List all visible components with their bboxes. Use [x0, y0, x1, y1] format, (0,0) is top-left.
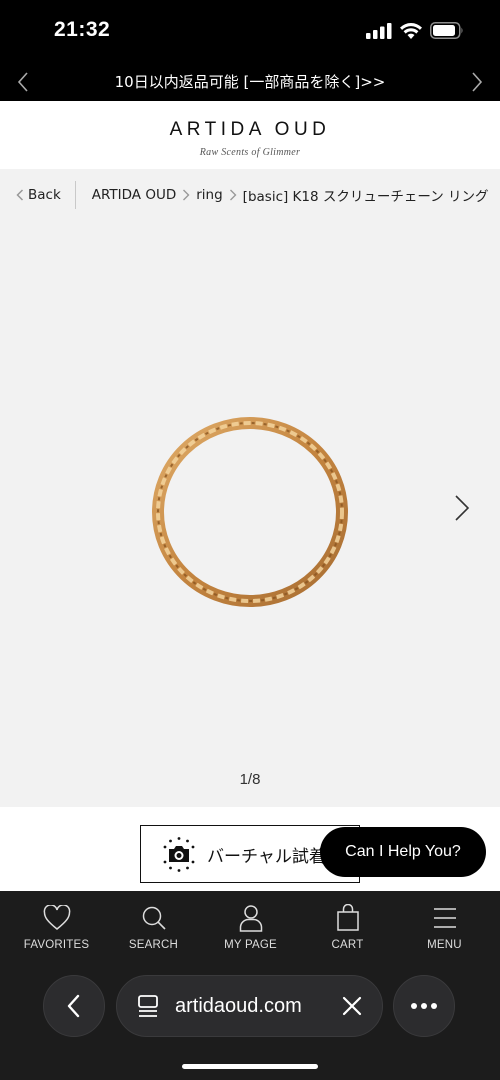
breadcrumb-item-product: [basic] K18 スクリューチェーン リング: [242, 189, 489, 205]
gallery-next-icon[interactable]: [452, 493, 472, 523]
tab-search[interactable]: SEARCH: [105, 891, 202, 961]
chevron-left-icon: [16, 189, 24, 201]
status-time: 21:32: [54, 18, 111, 41]
tab-favorites[interactable]: FAVORITES: [8, 891, 105, 961]
browser-toolbar: artidaoud.com: [0, 961, 500, 1080]
tab-my-page[interactable]: MY PAGE: [202, 891, 299, 961]
more-icon: [411, 1003, 437, 1009]
product-image[interactable]: [140, 409, 360, 619]
tab-label: SEARCH: [128, 939, 179, 951]
search-icon: [142, 906, 166, 930]
tab-label: MY PAGE: [224, 939, 277, 951]
chevron-left-icon: [67, 994, 80, 1018]
promo-text[interactable]: 10日以内返品可能 [一部商品を除く]>>: [0, 71, 500, 92]
chevron-right-icon: [229, 189, 237, 201]
camera-icon: [163, 837, 195, 872]
tab-label: FAVORITES: [23, 939, 90, 951]
breadcrumb: Back ARTIDA OUD ring [basic] K18 スクリューチェ…: [0, 181, 500, 209]
back-label[interactable]: Back: [28, 187, 61, 203]
product-actions: バーチャル試着 Can I Help You?: [0, 807, 500, 891]
chevron-right-icon: [183, 189, 190, 201]
heart-icon: [43, 905, 70, 930]
brand-tagline: Raw Scents of Glimmer: [199, 147, 301, 158]
user-icon: [239, 905, 262, 932]
tab-label: MENU: [427, 939, 462, 951]
wifi-icon: [400, 22, 422, 39]
site-header: ARTIDA OUD Raw Scents of Glimmer: [0, 101, 500, 169]
bag-icon: [336, 904, 359, 931]
page-menu-icon[interactable]: [137, 994, 159, 1018]
bottom-tab-bar: FAVORITES SEARCH MY PAGE CART MENU: [0, 891, 500, 961]
breadcrumb-item-category[interactable]: ring: [196, 187, 222, 203]
status-icons: [366, 22, 464, 39]
browser-back-button[interactable]: [43, 975, 105, 1037]
promo-banner[interactable]: 10日以内返品可能 [一部商品を除く]>>: [0, 64, 500, 101]
tab-menu[interactable]: MENU: [396, 891, 493, 961]
promo-next-icon[interactable]: [468, 70, 486, 94]
browser-more-button[interactable]: [393, 975, 455, 1037]
battery-icon: [430, 22, 463, 39]
signal-icon: [366, 22, 392, 39]
home-indicator: [182, 1064, 318, 1069]
close-icon[interactable]: [342, 996, 362, 1016]
back-link[interactable]: Back: [0, 181, 76, 209]
url-text[interactable]: artidaoud.com: [175, 995, 302, 1018]
menu-icon: [433, 908, 456, 928]
tab-label: CART: [331, 939, 364, 951]
address-bar[interactable]: artidaoud.com: [116, 975, 383, 1037]
image-counter: 1/8: [239, 771, 261, 788]
brand-logo[interactable]: ARTIDA OUD: [0, 119, 500, 141]
virtual-try-on-label[interactable]: バーチャル試着: [207, 842, 326, 867]
breadcrumb-item-brand[interactable]: ARTIDA OUD: [92, 187, 176, 203]
status-bar: 21:32: [0, 0, 500, 64]
product-gallery[interactable]: Back ARTIDA OUD ring [basic] K18 スクリューチェ…: [0, 169, 500, 807]
chat-help-button[interactable]: Can I Help You?: [320, 827, 486, 877]
tab-cart[interactable]: CART: [299, 891, 396, 961]
